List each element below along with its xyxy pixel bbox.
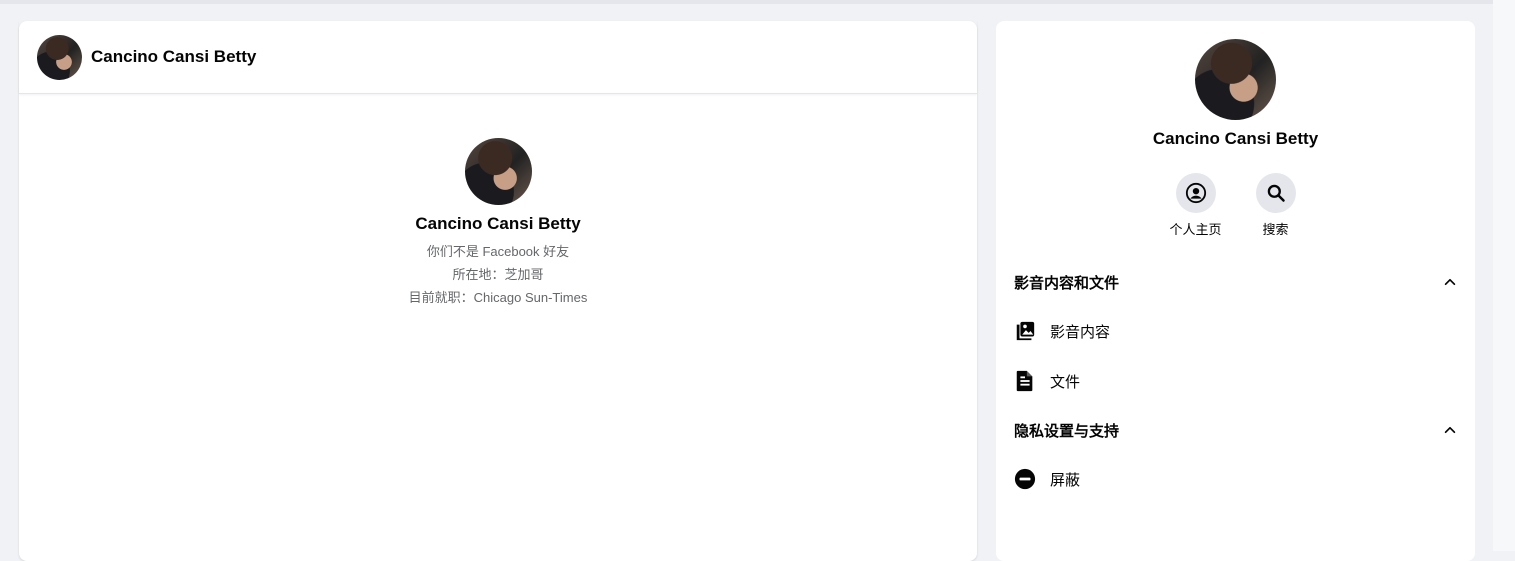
chat-header: Cancino Cansi Betty [19, 21, 977, 94]
profile-icon[interactable] [1175, 173, 1216, 213]
profile-button[interactable]: 个人主页 [1170, 173, 1222, 238]
block-icon [1014, 468, 1036, 490]
intro-name[interactable]: Cancino Cansi Betty [415, 214, 580, 234]
chat-header-name[interactable]: Cancino Cansi Betty [91, 47, 256, 67]
media-label: 影音内容 [1050, 323, 1111, 341]
intro-avatar[interactable] [464, 138, 532, 205]
media-files-title: 影音内容和文件 [1014, 274, 1120, 292]
search-icon[interactable] [1255, 173, 1296, 213]
chevron-up-icon[interactable] [1443, 275, 1457, 289]
friend-status: 你们不是 Facebook 好友 [426, 244, 570, 259]
conversation-info-panel: Cancino Cansi Betty 个人主页 搜索 影音内容和文件 影音内容… [996, 21, 1475, 561]
location-text: 所在地：芝加哥 [452, 267, 544, 282]
media-files-section: 影音内容和文件 影音内容 文件 [996, 258, 1475, 406]
sidebar-name: Cancino Cansi Betty [1152, 129, 1319, 148]
scrollbar-track[interactable] [1493, 0, 1515, 551]
file-icon [1014, 370, 1036, 392]
files-item[interactable]: 文件 [1014, 356, 1457, 406]
action-buttons: 个人主页 搜索 [1170, 173, 1298, 238]
avatar[interactable] [37, 34, 82, 80]
sidebar-profile: Cancino Cansi Betty 个人主页 搜索 [996, 21, 1475, 238]
media-files-header[interactable]: 影音内容和文件 [1014, 258, 1457, 306]
block-label: 屏蔽 [1050, 471, 1081, 489]
privacy-support-header[interactable]: 隐私设置与支持 [1014, 406, 1457, 454]
work-text: 目前就职：Chicago Sun-Times [408, 290, 588, 305]
sidebar-avatar[interactable] [1195, 39, 1276, 120]
chevron-up-icon[interactable] [1443, 423, 1457, 437]
block-item[interactable]: 屏蔽 [1014, 454, 1457, 504]
profile-intro: Cancino Cansi Betty 你们不是 Facebook 好友 所在地… [19, 94, 977, 306]
search-button-label: 搜索 [1262, 222, 1289, 237]
media-item[interactable]: 影音内容 [1014, 306, 1457, 356]
chat-panel: Cancino Cansi Betty Cancino Cansi Betty … [19, 21, 977, 561]
privacy-support-title: 隐私设置与支持 [1014, 422, 1120, 440]
privacy-support-section: 隐私设置与支持 屏蔽 [996, 406, 1475, 504]
search-button[interactable]: 搜索 [1254, 173, 1298, 238]
files-label: 文件 [1050, 373, 1081, 391]
media-icon [1014, 320, 1036, 342]
profile-button-label: 个人主页 [1169, 222, 1222, 237]
top-divider [0, 0, 1493, 4]
